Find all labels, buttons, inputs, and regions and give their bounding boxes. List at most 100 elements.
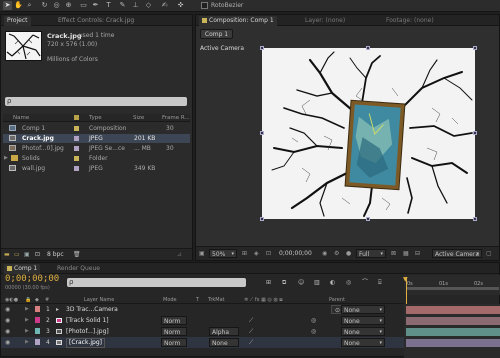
mode-dropdown[interactable]: Norm: [161, 338, 187, 347]
brainstorm-icon[interactable]: ◎: [346, 278, 351, 287]
visibility-eye-icon[interactable]: ◉: [5, 337, 10, 348]
pen-tool-icon[interactable]: ✒: [91, 1, 100, 10]
switch-collapse-icon[interactable]: ⟋: [249, 315, 253, 326]
channel-icon[interactable]: ●: [346, 249, 351, 258]
transform-handle[interactable]: [260, 131, 264, 135]
always-preview-icon[interactable]: ▣: [199, 249, 205, 258]
eraser-tool-icon[interactable]: ◇: [144, 1, 153, 10]
expand-triangle-icon[interactable]: ▶: [25, 315, 29, 326]
transform-handle[interactable]: [260, 46, 264, 50]
3d-view-icon[interactable]: ⊟: [415, 249, 420, 258]
expand-triangle-icon[interactable]: ▶: [25, 337, 29, 348]
label-color-chip[interactable]: [35, 306, 40, 312]
table-row[interactable]: ◉ ▶ 3 [Photof...].jpg] Norm Alpha ⟋ ◎ No…: [1, 326, 404, 337]
label-color-chip[interactable]: [74, 126, 79, 131]
snapshot-icon[interactable]: ◉: [322, 249, 327, 258]
table-row[interactable]: ◉ ▶ 4 [Crack.jpg] Norm None ⟋ None ▾: [1, 337, 404, 348]
zoom-tool-icon[interactable]: ⌕: [25, 1, 34, 10]
tab-effect-controls[interactable]: Effect Controls: Crack.jpg: [55, 16, 137, 26]
label-color-chip[interactable]: [74, 156, 79, 161]
transform-handle[interactable]: [473, 46, 477, 50]
column-parent[interactable]: Parent: [329, 296, 345, 304]
tab-render-queue[interactable]: Render Queue: [54, 264, 103, 274]
switches-icons[interactable]: ✲ ⟋ fx ▦ ◎ ◍ ⧈: [244, 296, 283, 304]
timeline-timecode[interactable]: 0;00;00;00: [5, 274, 59, 284]
comp-navigator-button[interactable]: Comp 1: [200, 29, 233, 39]
resize-grip-icon[interactable]: ⊿: [177, 250, 182, 259]
tab-layer[interactable]: Layer: (none): [302, 16, 348, 26]
transform-handle[interactable]: [366, 217, 370, 221]
trash-icon[interactable]: 🗑: [73, 250, 81, 259]
rotobezier-checkbox[interactable]: [201, 2, 208, 9]
motion-blur-icon[interactable]: ◐: [330, 278, 335, 287]
transform-handle[interactable]: [473, 131, 477, 135]
layer-name[interactable]: 3D Trac...Camera: [66, 304, 118, 315]
rotation-tool-icon[interactable]: ↻: [40, 1, 49, 10]
list-item[interactable]: Photof...0].jpg JPEG Se...ce ... MB 30: [3, 144, 190, 153]
list-item[interactable]: Crack.jpg JPEG 201 KB: [3, 134, 190, 143]
tab-timeline-comp[interactable]: Comp 1: [4, 264, 41, 274]
list-item[interactable]: wall.jpg JPEG 349 KB: [3, 164, 190, 173]
trkmat-dropdown[interactable]: Alpha: [209, 327, 239, 336]
expand-triangle-icon[interactable]: ▶: [4, 154, 8, 163]
column-frame-rate[interactable]: Frame R...: [162, 114, 190, 122]
view-layout-icon[interactable]: ▢: [486, 249, 492, 258]
3d-layer-icon[interactable]: ◎: [311, 326, 316, 337]
comp-timecode[interactable]: 0;00;00;00: [279, 249, 312, 258]
project-search-input[interactable]: ρ: [5, 97, 187, 106]
parent-dropdown[interactable]: None ▾: [341, 305, 385, 314]
graph-editor-icon[interactable]: ⌒: [362, 278, 368, 287]
visibility-eye-icon[interactable]: ◉: [5, 326, 10, 337]
camera-tool-icon[interactable]: ◎: [52, 1, 61, 10]
composition-viewer[interactable]: [260, 46, 477, 221]
show-snapshot-icon[interactable]: ⚙: [334, 249, 339, 258]
parent-dropdown[interactable]: None ▾: [341, 327, 385, 336]
column-trkmat[interactable]: TrkMat: [208, 296, 225, 304]
hand-tool-icon[interactable]: ✋: [14, 1, 23, 10]
column-size[interactable]: Size: [133, 114, 144, 122]
transform-handle[interactable]: [260, 217, 264, 221]
layer-duration-bar[interactable]: [406, 306, 500, 314]
layer-name[interactable]: [Track Solid 1]: [66, 315, 109, 326]
pan-behind-tool-icon[interactable]: ⊕: [64, 1, 73, 10]
timecode-icon[interactable]: ⊡: [266, 249, 271, 258]
tab-composition[interactable]: Composition: Comp 1: [199, 16, 277, 26]
region-of-interest-icon[interactable]: ⊠: [391, 249, 396, 258]
time-ruler[interactable]: 0s 01s 02s: [404, 275, 500, 295]
switch-collapse-icon[interactable]: ⟋: [249, 326, 253, 337]
roto-brush-tool-icon[interactable]: ✍: [160, 1, 169, 10]
av-features-icons[interactable]: ◉◐●: [5, 296, 18, 304]
lock-column-icon[interactable]: 🔒: [25, 296, 31, 304]
3d-layer-icon[interactable]: ◎: [311, 315, 316, 326]
transparency-grid-icon[interactable]: ▦: [403, 249, 409, 258]
switch-collapse-icon[interactable]: ⟋: [249, 337, 253, 348]
visibility-eye-icon[interactable]: ◉: [5, 304, 10, 315]
column-layer-name[interactable]: Layer Name: [84, 296, 114, 304]
mask-visibility-icon[interactable]: ◈: [254, 249, 259, 258]
project-settings-icon[interactable]: ⊡: [35, 250, 40, 259]
layer-number-column-icon[interactable]: #: [45, 296, 49, 304]
interpret-footage-icon[interactable]: ▬: [4, 250, 10, 259]
draft-3d-icon[interactable]: ⧉: [282, 278, 286, 287]
new-folder-icon[interactable]: ▭: [14, 250, 20, 259]
column-name[interactable]: Name: [13, 114, 29, 122]
mask-tool-icon[interactable]: ▭: [79, 1, 88, 10]
parent-dropdown[interactable]: None ▾: [341, 338, 385, 347]
table-row[interactable]: ◉ ▶ 1 ▸ 3D Trac...Camera ⊙ None ▾: [1, 304, 404, 315]
resolution-dropdown[interactable]: Full ▾: [356, 249, 386, 258]
visibility-eye-icon[interactable]: ◉: [5, 315, 10, 326]
label-column-icon[interactable]: [74, 115, 79, 120]
layer-duration-bar[interactable]: [406, 317, 500, 325]
label-color-chip[interactable]: [74, 136, 79, 141]
tab-footage[interactable]: Footage: (none): [383, 16, 437, 26]
playhead-icon[interactable]: ▼: [403, 276, 408, 283]
auto-keyframe-icon[interactable]: ⌸: [378, 278, 382, 287]
column-t[interactable]: T: [196, 296, 199, 304]
expand-triangle-icon[interactable]: ▶: [25, 304, 29, 315]
safe-zones-icon[interactable]: ⊞: [242, 249, 247, 258]
timeline-search-input[interactable]: ρ: [67, 278, 246, 287]
label-color-chip[interactable]: [35, 317, 40, 323]
expand-triangle-icon[interactable]: ▶: [25, 326, 29, 337]
layer-name[interactable]: [Crack.jpg]: [66, 338, 105, 348]
comp-mini-flowchart-icon[interactable]: ⊞: [266, 278, 271, 287]
